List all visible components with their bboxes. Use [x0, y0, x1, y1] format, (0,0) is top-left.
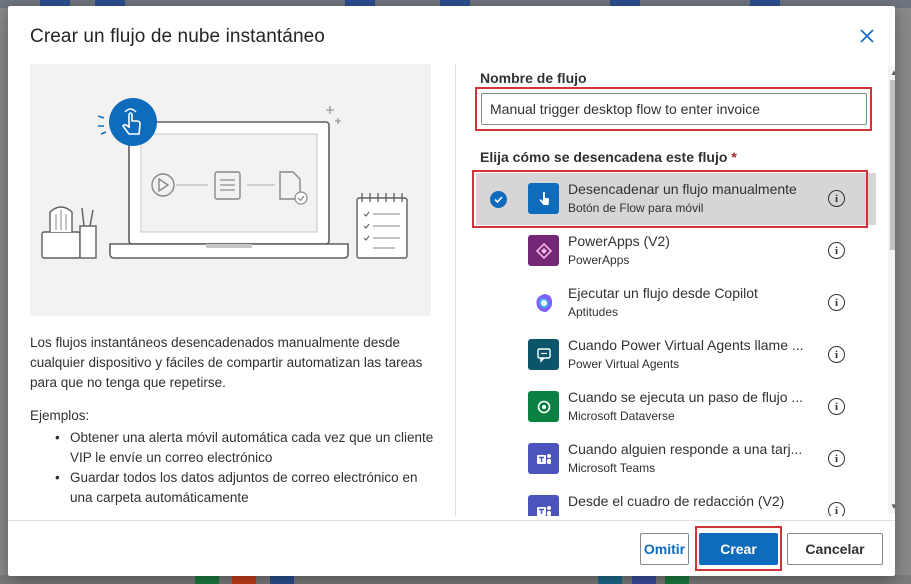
- flow-name-highlight: [475, 87, 872, 131]
- info-icon[interactable]: i: [828, 242, 845, 259]
- info-icon[interactable]: i: [828, 502, 845, 516]
- dialog-title: Crear un flujo de nube instantáneo: [30, 26, 325, 47]
- teams-icon: [528, 495, 559, 516]
- examples-list: Obtener una alerta móvil automática cada…: [30, 428, 440, 508]
- trigger-title: Cuando se ejecuta un paso de flujo ...: [568, 389, 804, 405]
- scroll-up-arrow-icon[interactable]: ▲: [890, 69, 895, 77]
- trigger-option-dataverse[interactable]: Cuando se ejecuta un paso de flujo ... M…: [476, 381, 876, 433]
- hand-tap-icon: [528, 183, 559, 214]
- trigger-option-manual[interactable]: Desencadenar un flujo manualmente Botón …: [472, 170, 876, 228]
- trigger-title: PowerApps (V2): [568, 233, 670, 249]
- trigger-subtitle: Power Virtual Agents: [568, 357, 680, 371]
- trigger-option-powerapps[interactable]: PowerApps (V2) PowerApps i: [476, 225, 876, 277]
- trigger-title: Ejecutar un flujo desde Copilot: [568, 285, 758, 301]
- footer-divider: [8, 520, 895, 521]
- powerapps-icon: [528, 235, 559, 266]
- examples-label: Ejemplos:: [30, 408, 90, 423]
- trigger-option-copilot[interactable]: Ejecutar un flujo desde Copilot Aptitude…: [476, 277, 876, 329]
- info-icon[interactable]: i: [828, 346, 845, 363]
- trigger-list: Desencadenar un flujo manualmente Botón …: [472, 170, 876, 516]
- illustration: [30, 64, 431, 316]
- info-icon[interactable]: i: [828, 450, 845, 467]
- cancel-button[interactable]: Cancelar: [787, 533, 883, 565]
- example-item: Guardar todos los datos adjuntos de corr…: [30, 468, 440, 508]
- dataverse-icon: [528, 391, 559, 422]
- info-icon[interactable]: i: [828, 294, 845, 311]
- close-button[interactable]: [855, 26, 879, 50]
- trigger-title: Desde el cuadro de redacción (V2): [568, 493, 785, 509]
- trigger-subtitle: Microsoft Teams: [568, 461, 656, 475]
- flow-description: Los flujos instantáneos desencadenados m…: [30, 335, 423, 390]
- flow-name-label: Nombre de flujo: [480, 70, 587, 86]
- create-button[interactable]: Crear: [699, 533, 778, 565]
- example-item: Obtener una alerta móvil automática cada…: [30, 428, 440, 468]
- trigger-subtitle: Microsoft Dataverse: [568, 409, 675, 423]
- trigger-list-scrollbar[interactable]: ▲ ▼: [888, 66, 895, 514]
- trigger-title: Desencadenar un flujo manualmente: [568, 181, 797, 197]
- copilot-icon: [528, 287, 559, 318]
- scrollbar-thumb[interactable]: [890, 80, 895, 250]
- background-app-bottom: [0, 575, 911, 584]
- trigger-subtitle: PowerApps: [568, 253, 630, 267]
- info-icon[interactable]: i: [828, 190, 845, 207]
- trigger-title: Cuando alguien responde a una tarj...: [568, 441, 803, 457]
- trigger-title: Cuando Power Virtual Agents llame ...: [568, 337, 804, 353]
- trigger-label: Elija cómo se desencadena este flujo *: [480, 149, 737, 165]
- info-icon[interactable]: i: [828, 398, 845, 415]
- trigger-option-teams[interactable]: Cuando alguien responde a una tarj... Mi…: [476, 433, 876, 485]
- trigger-option-teams-compose[interactable]: Desde el cuadro de redacción (V2) i: [476, 485, 876, 516]
- trigger-subtitle: Aptitudes: [568, 305, 619, 319]
- flow-config-pane: Nombre de flujo Elija cómo se desencaden…: [472, 64, 886, 516]
- teams-icon: [528, 443, 559, 474]
- skip-button[interactable]: Omitir: [640, 533, 689, 565]
- create-instant-flow-dialog: Crear un flujo de nube instantáneo Los f…: [8, 6, 895, 576]
- trigger-option-virtual-agents[interactable]: Cuando Power Virtual Agents llame ... Po…: [476, 329, 876, 381]
- trigger-label-text: Elija cómo se desencadena este flujo: [480, 149, 728, 165]
- virtual-agents-icon: [528, 339, 559, 370]
- trigger-subtitle: Botón de Flow para móvil: [568, 201, 704, 215]
- scroll-down-arrow-icon[interactable]: ▼: [890, 503, 895, 511]
- required-mark: *: [731, 149, 737, 165]
- flow-name-input[interactable]: [481, 93, 867, 125]
- pane-divider: [455, 64, 456, 516]
- close-icon: [860, 28, 874, 48]
- checkmark-icon: [490, 191, 507, 208]
